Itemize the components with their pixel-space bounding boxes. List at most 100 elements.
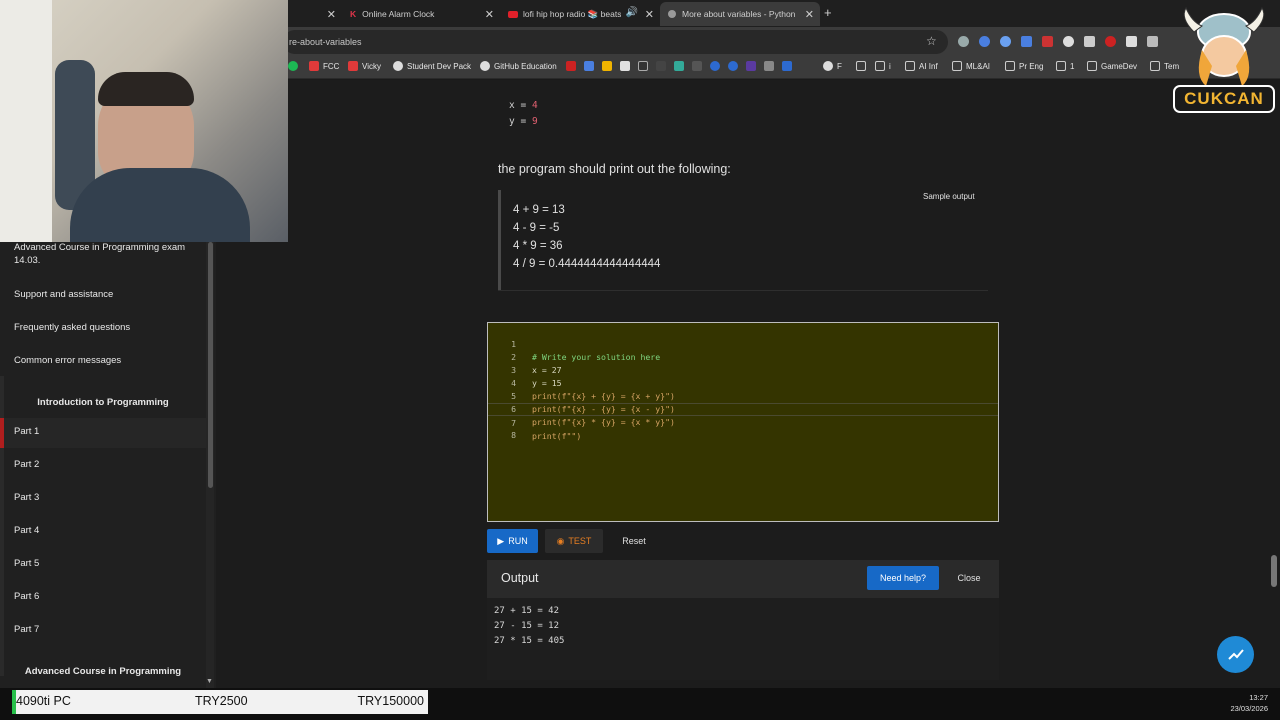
scroll-down-icon[interactable]: ▼: [206, 678, 213, 685]
close-icon[interactable]: ✕: [327, 8, 336, 21]
code-editor[interactable]: 1 # Write your solution here 2 x = 27 3 …: [487, 322, 999, 522]
bookmark-folder-icon[interactable]: [856, 61, 870, 71]
editor-line[interactable]: 3 y = 15: [488, 351, 998, 388]
bookmark-f[interactable]: F: [823, 61, 842, 71]
eye-icon: ◉: [556, 535, 565, 546]
folder-icon: [1087, 61, 1097, 71]
extension-icon[interactable]: [1105, 36, 1116, 47]
sidebar-item-part-5[interactable]: Part 5: [14, 557, 194, 570]
star-icon[interactable]: ☆: [926, 34, 937, 48]
bookmark-folder-ai-inf[interactable]: AI Inf: [905, 61, 938, 71]
sidebar-scrollbar-thumb[interactable]: [208, 242, 213, 488]
test-button[interactable]: ◉ TEST: [545, 529, 603, 553]
sample-line: 4 + 9 = 13: [513, 204, 565, 216]
tab-alarm-clock[interactable]: K Online Alarm Clock ✕: [342, 2, 500, 26]
sidebar-item-part-7[interactable]: Part 7: [14, 623, 194, 636]
translate-icon[interactable]: [1021, 36, 1032, 47]
sample-output-box: 4 + 9 = 13 4 - 9 = -5 4 * 9 = 36 4 / 9 =…: [498, 190, 988, 290]
tab-python-variables[interactable]: More about variables - Python ✕: [660, 2, 820, 26]
run-button[interactable]: ▶ RUN: [487, 529, 538, 553]
bookmark-icon[interactable]: [764, 61, 774, 71]
bookmark-vicky[interactable]: Vicky: [348, 61, 381, 71]
bookmark-icon[interactable]: [746, 61, 756, 71]
bookmark-icon[interactable]: [620, 61, 630, 71]
webcam-wall: [0, 0, 52, 242]
ticker-price: TRY150000: [357, 694, 425, 708]
editor-line-current[interactable]: 7 print(f""): [488, 403, 998, 441]
bookmark-fcc[interactable]: FCC: [309, 61, 339, 71]
editor-line[interactable]: 8: [488, 416, 998, 440]
tab-1[interactable]: ✕: [288, 2, 342, 26]
bookmark-icon[interactable]: [692, 61, 702, 71]
sidebar-item-errors[interactable]: Common error messages: [14, 354, 194, 367]
bookmark-github-education[interactable]: GitHub Education: [480, 61, 557, 71]
sidebar-item-part-6[interactable]: Part 6: [14, 590, 194, 603]
bookmark-icon[interactable]: [728, 61, 738, 71]
bookmark-icon[interactable]: [710, 61, 720, 71]
folder-icon: [1056, 61, 1066, 71]
close-icon[interactable]: ✕: [645, 8, 654, 21]
play-icon: ▶: [497, 535, 505, 546]
sample-line: 4 / 9 = 0.4444444444444444: [513, 258, 661, 270]
folder-icon: [1005, 61, 1015, 71]
sidebar-item-part-1[interactable]: Part 1: [14, 425, 194, 438]
editor-line[interactable]: 6 print(f"{x} * {y} = {x * y}"): [488, 390, 998, 427]
extension-icon[interactable]: [1000, 36, 1011, 47]
sidebar-item-part-3[interactable]: Part 3: [14, 491, 194, 504]
shield-icon[interactable]: [1084, 36, 1095, 47]
sidebar-item-faq[interactable]: Frequently asked questions: [14, 321, 194, 334]
folder-icon: [905, 61, 915, 71]
bookmark-icon[interactable]: [566, 61, 576, 71]
close-icon[interactable]: ✕: [805, 8, 814, 21]
bookmark-icon[interactable]: [674, 61, 684, 71]
tab-lofi[interactable]: lofi hip hop radio 📚 beats 🔊 ✕: [500, 2, 660, 26]
address-field[interactable]: re-about-variables: [283, 30, 948, 54]
sidebar-item-support[interactable]: Support and assistance: [14, 288, 194, 301]
github-icon: [393, 61, 403, 71]
sidebar-section-intro: Introduction to Programming: [37, 397, 169, 408]
extension-icon[interactable]: [1126, 36, 1137, 47]
bookmark-icon[interactable]: [584, 61, 594, 71]
speaker-icon[interactable]: 🔊: [626, 7, 638, 18]
folder-icon: [856, 61, 866, 71]
globe-icon: [823, 61, 833, 71]
sidebar-item-part-2[interactable]: Part 2: [14, 458, 194, 471]
x-icon[interactable]: [656, 61, 666, 71]
system-clock[interactable]: 13:27 23/03/2026: [1230, 692, 1268, 714]
editor-line[interactable]: 1 # Write your solution here: [488, 325, 998, 362]
close-output-button[interactable]: Close: [945, 566, 993, 590]
page-scrollbar-thumb[interactable]: [1271, 555, 1277, 587]
adblock-icon[interactable]: [1042, 36, 1053, 47]
github-icon: [480, 61, 490, 71]
bookmark-folder-1[interactable]: 1: [1056, 61, 1074, 71]
need-help-button[interactable]: Need help?: [867, 566, 939, 590]
new-tab-icon[interactable]: +: [824, 5, 832, 20]
editor-line[interactable]: 5 print(f"{x} - {y} = {x - y}"): [488, 377, 998, 414]
spotify-bookmark-icon[interactable]: [288, 61, 302, 71]
webcam-shirt: [70, 168, 250, 242]
webcam-overlay: [0, 0, 288, 242]
reset-button[interactable]: Reset: [610, 529, 658, 553]
extension-icon[interactable]: [1063, 36, 1074, 47]
bookmark-icon[interactable]: [638, 61, 648, 71]
output-line: 27 - 15 = 12: [494, 621, 560, 631]
editor-line[interactable]: 2 x = 27: [488, 338, 998, 375]
bookmark-student-dev-pack[interactable]: Student Dev Pack: [393, 61, 471, 71]
extension-icon[interactable]: [958, 36, 969, 47]
bookmark-folder-pr-eng[interactable]: Pr Eng: [1005, 61, 1043, 71]
bookmark-icon[interactable]: [782, 61, 792, 71]
extension-icon[interactable]: [979, 36, 990, 47]
bookmark-folder-ml-ai[interactable]: ML&AI: [952, 61, 990, 71]
sidebar-item-exam[interactable]: Advanced Course in Programming exam 14.0…: [14, 241, 194, 267]
youtube-icon: [348, 61, 358, 71]
bookmark-icon[interactable]: [602, 61, 612, 71]
bookmark-folder-i[interactable]: i: [875, 61, 891, 71]
progress-chart-button[interactable]: [1217, 636, 1254, 673]
bookmark-folder-gamedev[interactable]: GameDev: [1087, 61, 1137, 71]
webcam-hair: [98, 72, 194, 106]
close-icon[interactable]: ✕: [485, 8, 494, 21]
output-title: Output: [501, 571, 539, 585]
puzzle-icon[interactable]: [1147, 36, 1158, 47]
editor-line[interactable]: 4 print(f"{x} + {y} = {x + y}"): [488, 364, 998, 401]
sidebar-item-part-4[interactable]: Part 4: [14, 524, 194, 537]
